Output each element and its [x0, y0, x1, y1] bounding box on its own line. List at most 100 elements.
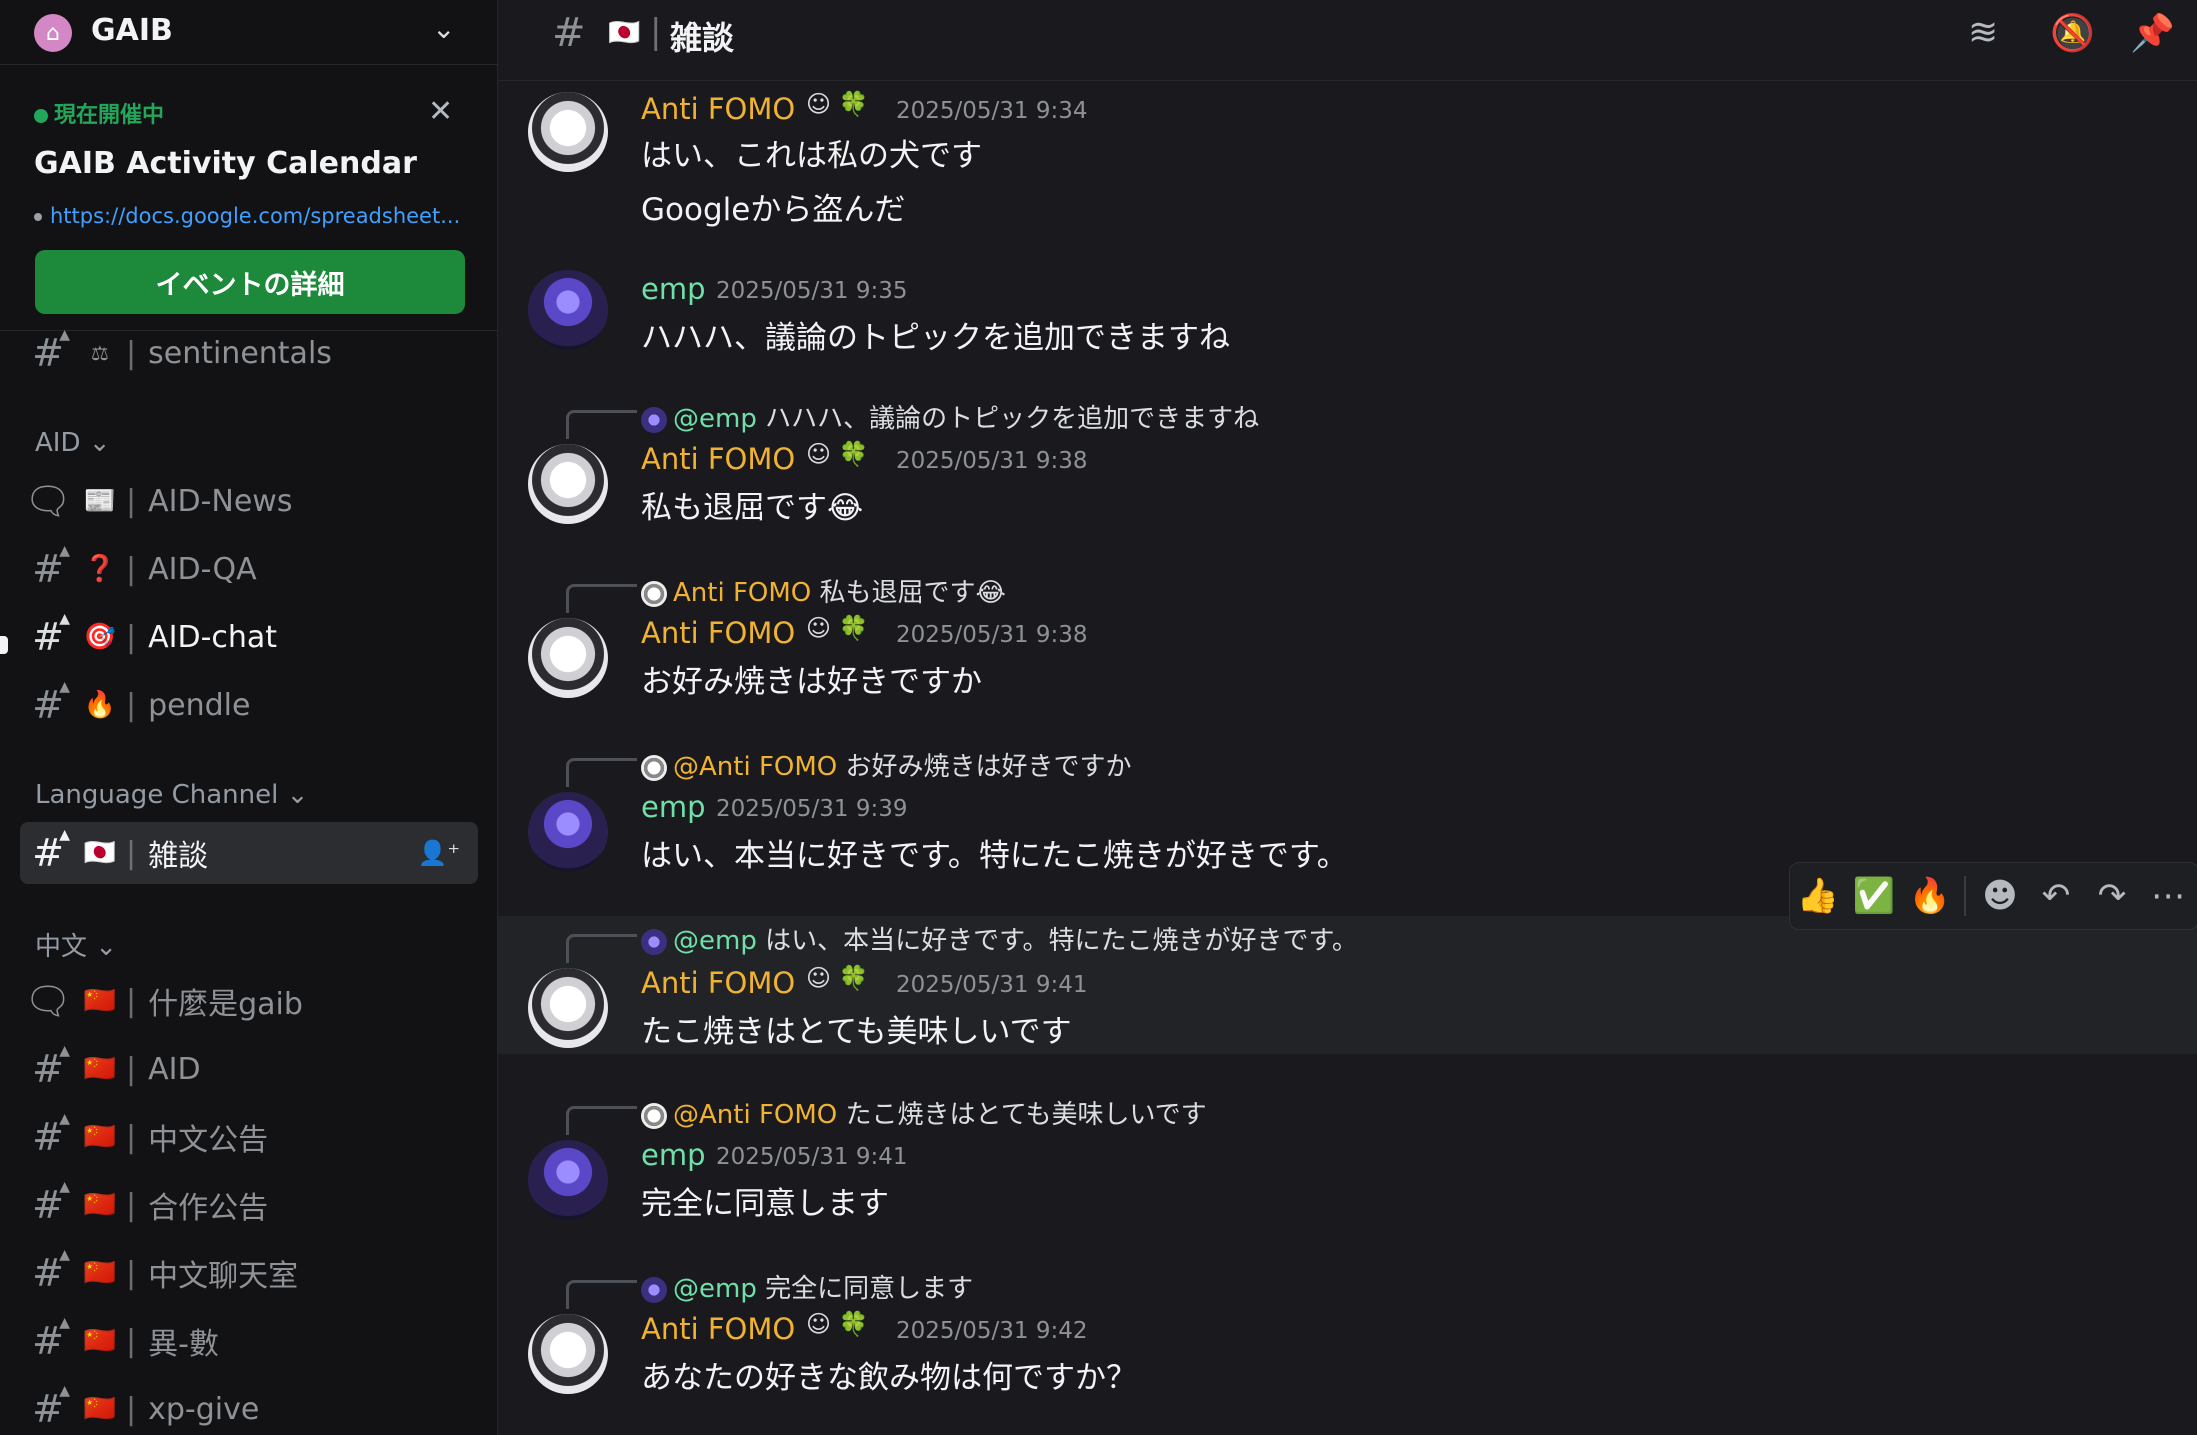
- message[interactable]: @emp はい、本当に好きです。特にたこ焼きが好きです。 Anti FOMO ☺…: [498, 916, 2197, 1054]
- category-chinese[interactable]: 中文 ⌄: [35, 926, 117, 963]
- username[interactable]: emp: [641, 272, 706, 306]
- reply-spine: [566, 1280, 637, 1309]
- china-flag-icon: 🇨🇳: [83, 1326, 117, 1356]
- avatar[interactable]: [528, 270, 608, 350]
- message[interactable]: @emp 完全に同意します Anti FOMO ☺ 🍀 2025/05/31 9…: [498, 1266, 2197, 1406]
- timestamp: 2025/05/31 9:35: [716, 278, 908, 304]
- reply-preview[interactable]: @Anti FOMO たこ焼きはとても美味しいです: [641, 1094, 1207, 1131]
- reply-icon[interactable]: ↶: [2028, 876, 2084, 916]
- timestamp: 2025/05/31 9:41: [716, 1144, 908, 1170]
- reply-preview[interactable]: Anti FOMO 私も退屈です😂: [641, 572, 1006, 609]
- channel-yi-shu[interactable]: # ▲ 🇨🇳 | 異-數: [20, 1310, 478, 1372]
- server-header[interactable]: ⌂ GAIB ⌄: [0, 0, 497, 65]
- channel-label: 異-數: [148, 1327, 219, 1362]
- channel-zatsudan[interactable]: # ▲ 🇯🇵 | 雑談 👤⁺: [20, 822, 478, 884]
- channel-aid-qa[interactable]: # ▲ ❓ | AID-QA: [20, 538, 478, 600]
- event-details-button[interactable]: イベントの詳細: [35, 250, 465, 314]
- category-aid[interactable]: AID ⌄: [35, 428, 111, 458]
- channel-zh-announcements[interactable]: # ▲ 🇨🇳 | 中文公告: [20, 1106, 478, 1168]
- china-flag-icon: 🇨🇳: [83, 1258, 117, 1288]
- timestamp: 2025/05/31 9:38: [896, 448, 1088, 474]
- avatar[interactable]: [528, 1314, 608, 1394]
- username[interactable]: emp: [641, 790, 706, 824]
- avatar[interactable]: [528, 444, 608, 524]
- question-icon: ❓: [83, 554, 117, 584]
- username[interactable]: Anti FOMO: [641, 616, 795, 650]
- hashtag-icon: # ▲: [32, 827, 70, 875]
- mute-icon[interactable]: 🔕: [2050, 12, 2095, 54]
- avatar[interactable]: [528, 792, 608, 872]
- channel-sidebar: ⌂ GAIB ⌄ 現在開催中 ✕ GAIB Activity Calendar …: [0, 0, 498, 1435]
- channel-aid-chat[interactable]: # ▲ 🎯 | AID-chat: [20, 606, 478, 668]
- avatar[interactable]: [528, 968, 608, 1048]
- check-reaction[interactable]: ✅: [1846, 876, 1902, 916]
- channel-zh-aid[interactable]: # ▲ 🇨🇳 | AID: [20, 1038, 478, 1100]
- reply-preview[interactable]: @emp はい、本当に好きです。特にたこ焼きが好きです。: [641, 920, 1358, 957]
- timestamp: 2025/05/31 9:41: [896, 972, 1088, 998]
- message-text: はい、本当に好きです。特にたこ焼きが好きです。: [641, 838, 1348, 874]
- hashtag-icon: #: [552, 10, 586, 56]
- channel-label: AID: [148, 1051, 201, 1087]
- channel-partner-announcements[interactable]: # ▲ 🇨🇳 | 合作公告: [20, 1174, 478, 1236]
- threads-icon[interactable]: ≋: [1968, 12, 1998, 53]
- message[interactable]: Anti FOMO 私も退屈です😂 Anti FOMO ☺ 🍀 2025/05/…: [498, 570, 2197, 710]
- more-icon[interactable]: ⋯: [2140, 876, 2196, 916]
- reply-preview[interactable]: @emp ハハハ、議論のトピックを追加できますね: [641, 398, 1259, 435]
- avatar[interactable]: [528, 1140, 608, 1220]
- reply-spine: [566, 410, 637, 439]
- chevron-down-icon[interactable]: ⌄: [432, 12, 455, 45]
- username[interactable]: Anti FOMO: [641, 442, 795, 476]
- channel-sentinentals[interactable]: # ▲ ⚖ | sentinentals: [20, 322, 478, 384]
- fire-reaction[interactable]: 🔥: [1902, 876, 1958, 916]
- category-language-channel[interactable]: Language Channel ⌄: [35, 780, 308, 810]
- pin-icon[interactable]: 📌: [2130, 12, 2175, 54]
- forward-icon[interactable]: ↷: [2084, 876, 2140, 916]
- channel-label: 合作公告: [148, 1191, 269, 1226]
- close-icon[interactable]: ✕: [428, 94, 453, 129]
- thumbs-up-reaction[interactable]: 👍: [1790, 876, 1846, 916]
- invite-member-icon[interactable]: 👤⁺: [417, 839, 460, 867]
- timestamp: 2025/05/31 9:38: [896, 622, 1088, 648]
- hashtag-icon: # ▲: [32, 1111, 70, 1159]
- username[interactable]: Anti FOMO: [641, 1312, 795, 1346]
- event-card: 現在開催中 ✕ GAIB Activity Calendar https://d…: [0, 78, 497, 331]
- timestamp: 2025/05/31 9:42: [896, 1318, 1088, 1344]
- username[interactable]: Anti FOMO: [641, 92, 795, 126]
- channel-label: 什麼是gaib: [148, 987, 303, 1022]
- avatar[interactable]: [528, 92, 608, 172]
- mini-avatar: [641, 1102, 667, 1129]
- message-text: 完全に同意します: [641, 1186, 889, 1222]
- channel-label: 雑談: [148, 839, 209, 874]
- message[interactable]: Anti FOMO ☺ 🍀 2025/05/31 9:34 はい、これは私の犬で…: [498, 86, 2197, 236]
- channel-aid-news[interactable]: 🗨 📰 | AID-News: [20, 470, 478, 532]
- message-text: お好み焼きは好きですか: [641, 664, 982, 700]
- mini-avatar: [641, 406, 667, 433]
- channel-what-is-gaib[interactable]: 🗨 🇨🇳 | 什麼是gaib: [20, 970, 478, 1032]
- username[interactable]: emp: [641, 1138, 706, 1172]
- scale-icon: ⚖: [91, 341, 109, 365]
- japan-flag-icon: 🇯🇵: [608, 18, 641, 48]
- message[interactable]: @emp ハハハ、議論のトピックを追加できますね Anti FOMO ☺ 🍀 2…: [498, 396, 2197, 536]
- smiley-icon[interactable]: ☻: [1972, 876, 2028, 916]
- event-title: GAIB Activity Calendar: [34, 146, 417, 181]
- reply-spine: [566, 584, 637, 613]
- hashtag-icon: # ▲: [32, 1043, 70, 1091]
- channel-zh-chat[interactable]: # ▲ 🇨🇳 | 中文聊天室: [20, 1242, 478, 1304]
- message[interactable]: emp 2025/05/31 9:35 ハハハ、議論のトピックを追加できますね: [498, 268, 2197, 364]
- event-link[interactable]: https://docs.google.com/spreadsheet...: [34, 204, 460, 228]
- message[interactable]: @Anti FOMO たこ焼きはとても美味しいです emp 2025/05/31…: [498, 1092, 2197, 1232]
- channel-xp-give[interactable]: # ▲ 🇨🇳 | xp-give: [20, 1378, 478, 1435]
- avatar[interactable]: [528, 618, 608, 698]
- mini-avatar: [641, 580, 667, 607]
- role-badges-icon: ☺ 🍀: [806, 1310, 869, 1338]
- reply-spine: [566, 758, 637, 787]
- forum-icon: 🗨: [23, 478, 73, 523]
- reply-preview[interactable]: @emp 完全に同意します: [641, 1268, 973, 1305]
- channel-label: pendle: [148, 687, 251, 723]
- username[interactable]: Anti FOMO: [641, 966, 795, 1000]
- reply-preview[interactable]: @Anti FOMO お好み焼きは好きですか: [641, 746, 1132, 783]
- message-text: はい、これは私の犬です: [641, 138, 982, 174]
- channel-pendle[interactable]: # ▲ 🔥 | pendle: [20, 674, 478, 736]
- role-badges-icon: ☺ 🍀: [806, 90, 869, 118]
- channel-label: 中文聊天室: [148, 1259, 299, 1294]
